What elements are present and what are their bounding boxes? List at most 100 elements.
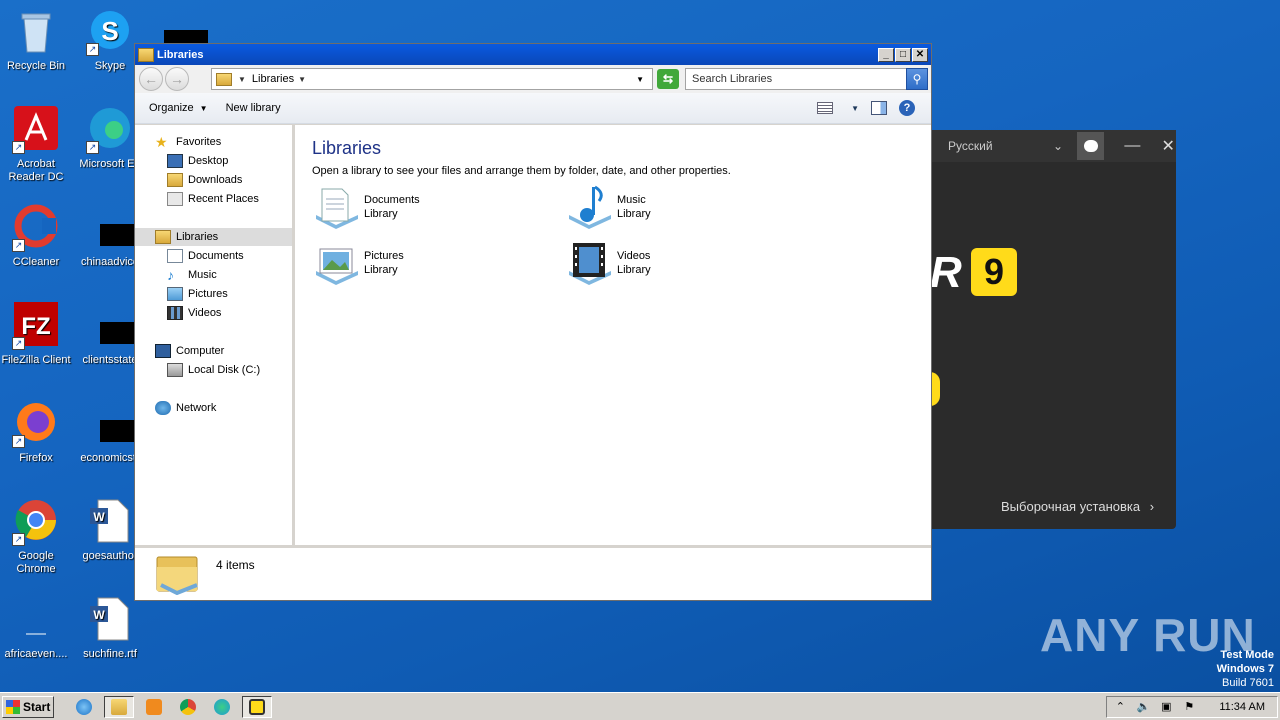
nav-favorites[interactable]: ★ Favorites xyxy=(155,133,221,151)
chevron-down-icon: ⌄ xyxy=(1053,139,1064,153)
title-bar[interactable]: Libraries _ □ ✕ xyxy=(135,44,931,65)
pictures-library-icon xyxy=(312,241,360,285)
taskbar-installer[interactable] xyxy=(242,695,272,718)
help-icon[interactable]: ? xyxy=(899,100,915,116)
nav-network[interactable]: Network xyxy=(155,399,216,417)
library-documents[interactable]: Documents Library xyxy=(312,185,512,229)
nav-libraries[interactable]: Libraries xyxy=(135,228,292,246)
pictures-icon xyxy=(167,287,183,301)
volume-icon[interactable]: 🔈 xyxy=(1136,700,1150,714)
nav-desktop[interactable]: Desktop xyxy=(167,152,228,170)
network-icon xyxy=(155,401,171,415)
address-bar[interactable]: ▼ Libraries ▼ ▼ xyxy=(211,68,653,90)
taskbar-edge[interactable] xyxy=(208,696,236,718)
shortcut-arrow-icon: ↗ xyxy=(12,337,25,350)
minimize-button[interactable]: _ xyxy=(878,47,894,62)
nav-music[interactable]: ♪ Music xyxy=(167,266,217,284)
nav-label: Music xyxy=(188,269,217,281)
music-library-icon xyxy=(565,185,613,229)
nav-documents[interactable]: Documents xyxy=(167,247,244,265)
chevron-down-icon[interactable]: ▼ xyxy=(298,75,306,84)
chat-button[interactable] xyxy=(1077,132,1105,160)
chevron-down-icon[interactable]: ▼ xyxy=(851,104,859,113)
forward-button[interactable]: → xyxy=(165,67,189,91)
nav-label: Libraries xyxy=(176,231,219,243)
library-pictures[interactable]: Pictures Library xyxy=(312,241,512,285)
taskbar-internet-explorer[interactable] xyxy=(70,696,98,718)
action-center-flag-icon[interactable]: ⚑ xyxy=(1182,700,1196,714)
library-music[interactable]: Music Library xyxy=(565,185,765,229)
blank-file-icon xyxy=(12,596,60,644)
language-select[interactable]: Русский ⌄ xyxy=(948,139,1069,153)
search-input[interactable]: Search Libraries xyxy=(685,68,907,90)
network-status-icon[interactable]: ▣ xyxy=(1159,700,1173,714)
desktop-icon-chrome[interactable]: ↗ Google Chrome xyxy=(0,498,72,576)
firefox-icon: ↗ xyxy=(12,400,60,448)
preview-pane-icon[interactable] xyxy=(871,101,887,115)
downloads-icon xyxy=(167,173,183,187)
svg-text:W: W xyxy=(93,608,105,622)
desktop-icon-africaeven[interactable]: africaeven.... xyxy=(0,596,72,661)
page-title: Libraries xyxy=(312,138,382,158)
edge-icon: ↗ xyxy=(86,106,134,154)
taskbar-chrome[interactable] xyxy=(174,696,202,718)
desktop-icon-label: Google Chrome xyxy=(16,550,56,575)
clock[interactable]: 11:34 AM xyxy=(1219,701,1265,713)
chrome-icon: ↗ xyxy=(12,498,60,546)
desktop-icon-label: chinaadvice xyxy=(80,256,140,268)
nav-label: Local Disk (C:) xyxy=(188,364,261,376)
view-options-icon[interactable] xyxy=(817,102,834,114)
start-label: Start xyxy=(23,699,51,714)
search-icon[interactable]: ⚲ xyxy=(906,68,928,90)
language-value: Русский xyxy=(948,139,993,153)
close-button[interactable]: ✕ xyxy=(912,47,928,62)
desktop-icon-filezilla[interactable]: FZ ↗ FileZilla Client xyxy=(0,302,72,367)
nav-pictures[interactable]: Pictures xyxy=(167,285,228,303)
recycle-bin-icon xyxy=(12,8,60,56)
computer-icon xyxy=(155,344,171,358)
desktop-icon-suchfine[interactable]: W suchfine.rtf xyxy=(74,596,146,661)
custom-install-link[interactable]: Выборочная установка › xyxy=(1001,499,1154,514)
desktop-icon-firefox[interactable]: ↗ Firefox xyxy=(0,400,72,465)
desktop-icon-acrobat[interactable]: ↗ Acrobat Reader DC xyxy=(0,106,72,184)
nav-recent-places[interactable]: Recent Places xyxy=(167,190,259,208)
desktop-icon-ccleaner[interactable]: ↗ CCleaner xyxy=(0,204,72,269)
show-hidden-icons-icon[interactable]: ⌃ xyxy=(1113,700,1127,714)
taskbar-media-player[interactable] xyxy=(140,696,168,718)
start-button[interactable]: Start xyxy=(2,695,54,718)
back-button[interactable]: ← xyxy=(139,67,163,91)
nav-local-disk[interactable]: Local Disk (C:) xyxy=(167,361,260,379)
navigation-pane[interactable]: ★ Favorites Desktop Downloads Recent Pla… xyxy=(135,125,295,545)
version-badge: 9 xyxy=(971,248,1017,296)
nav-label: Pictures xyxy=(188,288,228,300)
desktop-icon-label: clientsstate xyxy=(82,354,138,366)
minimize-button[interactable]: — xyxy=(1124,137,1140,155)
new-library-button[interactable]: New library xyxy=(226,102,281,114)
breadcrumb-libraries[interactable]: Libraries xyxy=(252,73,294,85)
star-icon: ★ xyxy=(155,134,168,150)
documents-library-icon xyxy=(312,185,360,229)
address-row: ← → ▼ Libraries ▼ ▼ ⇆ Search Libraries ⚲ xyxy=(135,65,931,93)
taskbar-explorer[interactable] xyxy=(104,695,134,718)
explorer-body: ★ Favorites Desktop Downloads Recent Pla… xyxy=(135,125,931,545)
library-name: Documents xyxy=(364,194,420,206)
nav-videos[interactable]: Videos xyxy=(167,304,221,322)
refresh-button[interactable]: ⇆ xyxy=(657,69,679,89)
close-button[interactable]: ✕ xyxy=(1160,136,1176,156)
installer-icon xyxy=(249,698,265,715)
redacted-block xyxy=(164,30,208,44)
organize-button[interactable]: Organize ▼ xyxy=(149,102,208,114)
desktop-icon-recycle-bin[interactable]: Recycle Bin xyxy=(0,8,72,73)
folder-icon xyxy=(138,47,154,62)
nav-label: Downloads xyxy=(188,174,243,186)
library-videos[interactable]: Videos Library xyxy=(565,241,765,285)
installer-brand-text: R xyxy=(930,248,962,297)
nav-downloads[interactable]: Downloads xyxy=(167,171,242,189)
shortcut-arrow-icon: ↗ xyxy=(12,141,25,154)
chevron-down-icon[interactable]: ▼ xyxy=(238,75,246,84)
address-dropdown-icon[interactable]: ▼ xyxy=(636,75,644,84)
maximize-button[interactable]: □ xyxy=(895,47,911,62)
svg-text:S: S xyxy=(101,16,118,46)
nav-computer[interactable]: Computer xyxy=(155,342,224,360)
documents-icon xyxy=(167,249,183,263)
